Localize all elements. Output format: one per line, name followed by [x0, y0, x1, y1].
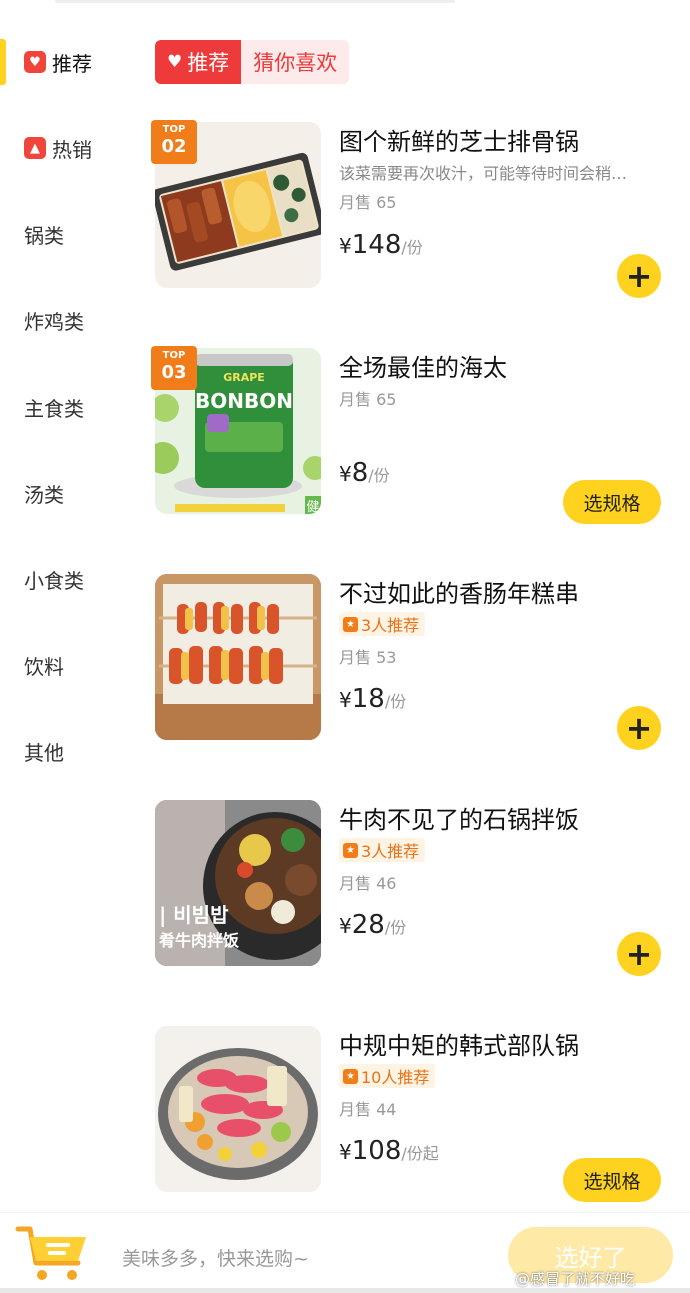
sidebar-item-label: 饮料: [24, 654, 64, 679]
sidebar-item-fried-chicken[interactable]: 炸鸡类: [0, 290, 140, 350]
product-price: ¥148/份: [339, 230, 423, 260]
product-image[interactable]: [155, 574, 321, 740]
thumb-up-icon: ★: [343, 1068, 358, 1084]
product-name: 牛肉不见了的石锅拌饭: [339, 806, 579, 834]
sidebar-item-label: 其他: [24, 740, 64, 765]
select-spec-button[interactable]: 选规格: [563, 480, 661, 524]
rank-badge: TOP 03: [151, 346, 197, 390]
product-desc: 该菜需要再次收汁，可能等待时间会稍…: [339, 164, 628, 183]
recommend-badge: ★ 10人推荐: [339, 1064, 436, 1088]
sidebar-item-recommend[interactable]: ♥ 推荐: [0, 32, 140, 92]
recommend-badge: ★ 3人推荐: [339, 838, 426, 862]
sidebar-item-hot[interactable]: ▲ 热销: [0, 118, 140, 178]
add-to-cart-button[interactable]: +: [617, 254, 661, 298]
svg-text:GRAPE: GRAPE: [223, 371, 265, 384]
svg-text:肴牛肉拌饭: 肴牛肉拌饭: [159, 931, 239, 950]
top-divider: [55, 0, 455, 3]
active-marker: [0, 39, 6, 85]
sidebar-item-label: 小食类: [24, 568, 84, 593]
svg-text:健: 健: [306, 500, 319, 514]
monthly-sales: 月售 53: [339, 648, 397, 667]
add-to-cart-button[interactable]: +: [617, 932, 661, 976]
select-spec-button[interactable]: 选规格: [563, 1158, 661, 1202]
product-card[interactable]: 中规中矩的韩式部队锅 ★ 10人推荐 月售 44 ¥108/份起 选规格: [155, 1026, 680, 1216]
product-card[interactable]: TOP 02 图个新鲜的芝士排骨锅 该菜需要再次收汁，可能等待时间会稍… 月售 …: [151, 120, 680, 312]
sidebar-item-label: 锅类: [24, 223, 64, 248]
product-image[interactable]: | 비빔밥 肴牛肉拌饭: [155, 800, 321, 966]
recommend-badge: ★ 3人推荐: [339, 612, 426, 636]
flame-icon: ▲: [24, 137, 46, 159]
heart-icon: ♥: [167, 52, 183, 72]
sidebar-item-label: 主食类: [24, 396, 84, 421]
monthly-sales: 月售 44: [339, 1100, 397, 1119]
sidebar-item-label: 炸鸡类: [24, 309, 84, 334]
product-price: ¥108/份起: [339, 1136, 439, 1166]
sidebar-item-drinks[interactable]: 饮料: [0, 635, 140, 695]
sidebar-item-other[interactable]: 其他: [0, 721, 140, 781]
sidebar-item-snack[interactable]: 小食类: [0, 549, 140, 609]
product-price: ¥28/份: [339, 910, 407, 940]
section-subtitle: 猜你喜欢: [241, 40, 350, 84]
shopping-cart-icon[interactable]: [14, 1223, 92, 1283]
monthly-sales: 月售 46: [339, 874, 397, 893]
product-image[interactable]: [155, 1026, 321, 1192]
product-price: ¥8/份: [339, 458, 390, 488]
watermark: @感冒了就不好吃: [515, 1270, 636, 1288]
sidebar-item-label: 汤类: [24, 482, 64, 507]
product-name: 图个新鲜的芝士排骨锅: [339, 128, 579, 156]
sidebar-item-soup[interactable]: 汤类: [0, 463, 140, 523]
bottom-divider: [0, 1288, 690, 1293]
product-card[interactable]: 不过如此的香肠年糕串 ★ 3人推荐 月售 53 ¥18/份 +: [155, 574, 680, 764]
monthly-sales: 月售 65: [339, 193, 397, 212]
thumb-up-icon: ★: [343, 616, 358, 632]
product-name: 不过如此的香肠年糕串: [339, 580, 579, 608]
sidebar-item-staple[interactable]: 主食类: [0, 377, 140, 437]
monthly-sales: 月售 65: [339, 390, 397, 409]
thumb-up-icon: ★: [343, 842, 358, 858]
heart-icon: ♥: [24, 51, 46, 73]
svg-text:BONBON: BONBON: [195, 389, 293, 413]
section-header: ♥ 推荐 猜你喜欢: [155, 40, 350, 84]
product-price: ¥18/份: [339, 684, 407, 714]
sidebar-item-pot[interactable]: 锅类: [0, 204, 140, 264]
product-card[interactable]: | 비빔밥 肴牛肉拌饭 牛肉不见了的石锅拌饭 ★ 3人推荐 月售 46 ¥28/份…: [155, 800, 680, 990]
category-sidebar: ♥ 推荐 ▲ 热销 锅类 炸鸡类 主食类 汤类 小食类 饮料 其他: [0, 20, 140, 1210]
product-name: 中规中矩的韩式部队锅: [339, 1032, 579, 1060]
product-name: 全场最佳的海太: [339, 354, 507, 382]
section-chip-label: 推荐: [187, 51, 230, 75]
sidebar-item-label: 推荐: [52, 51, 92, 76]
svg-text:| 비빔밥: | 비빔밥: [159, 903, 229, 927]
product-card[interactable]: TOP 03 GRAPE BONBON 健 全场最佳的海太 月售 65 ¥8/份…: [151, 346, 680, 538]
sidebar-item-label: 热销: [52, 137, 92, 162]
cart-hint: 美味多多，快来选购~: [122, 1248, 309, 1270]
section-chip: ♥ 推荐: [155, 40, 242, 84]
rank-badge: TOP 02: [151, 120, 197, 164]
add-to-cart-button[interactable]: +: [617, 706, 661, 750]
